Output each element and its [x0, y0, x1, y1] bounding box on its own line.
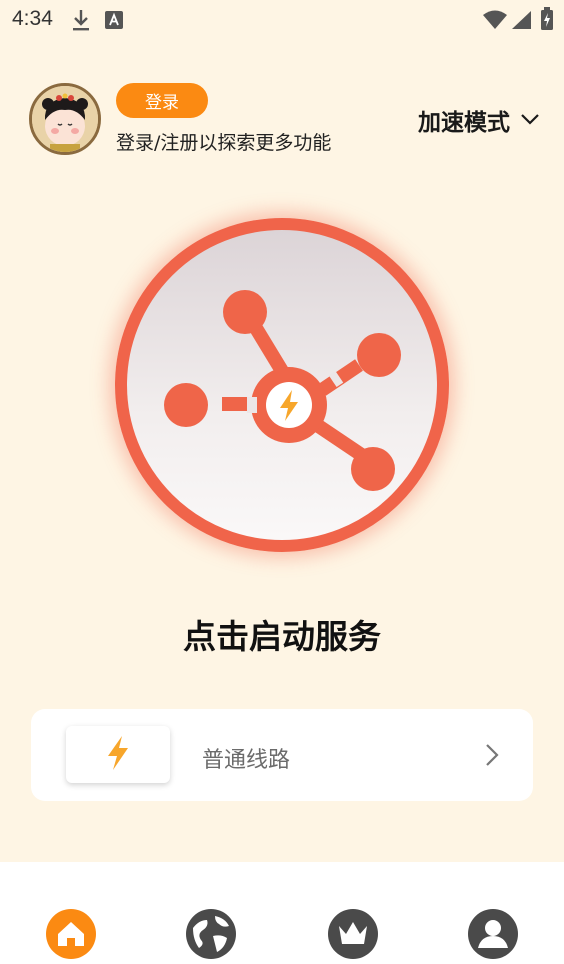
connect-button[interactable]	[115, 218, 449, 552]
chevron-down-icon	[520, 111, 540, 130]
download-icon	[70, 8, 92, 36]
lightning-icon	[105, 735, 131, 775]
speed-mode-dropdown[interactable]: 加速模式	[418, 103, 540, 137]
start-service-label[interactable]: 点击启动服务	[0, 610, 564, 658]
battery-icon	[540, 7, 554, 35]
login-button[interactable]: 登录	[116, 83, 208, 118]
text-a-icon	[104, 10, 124, 34]
route-icon-box	[66, 726, 170, 783]
status-time: 4:34	[12, 7, 53, 30]
wifi-icon	[482, 10, 508, 34]
profile-icon[interactable]	[467, 908, 519, 960]
network-node-icon	[164, 290, 401, 491]
globe-icon[interactable]	[185, 908, 237, 960]
speed-mode-label: 加速模式	[418, 110, 510, 136]
route-selector[interactable]: 普通线路	[31, 709, 533, 801]
signal-icon	[510, 10, 532, 34]
chevron-right-icon	[485, 743, 499, 771]
login-hint[interactable]: 登录/注册以探索更多功能	[116, 128, 331, 155]
bottom-nav	[0, 862, 564, 964]
home-icon[interactable]	[45, 908, 97, 960]
crown-icon[interactable]	[327, 908, 379, 960]
status-bar: 4:34	[0, 0, 564, 40]
avatar[interactable]	[29, 83, 101, 155]
route-label: 普通线路	[202, 748, 291, 773]
